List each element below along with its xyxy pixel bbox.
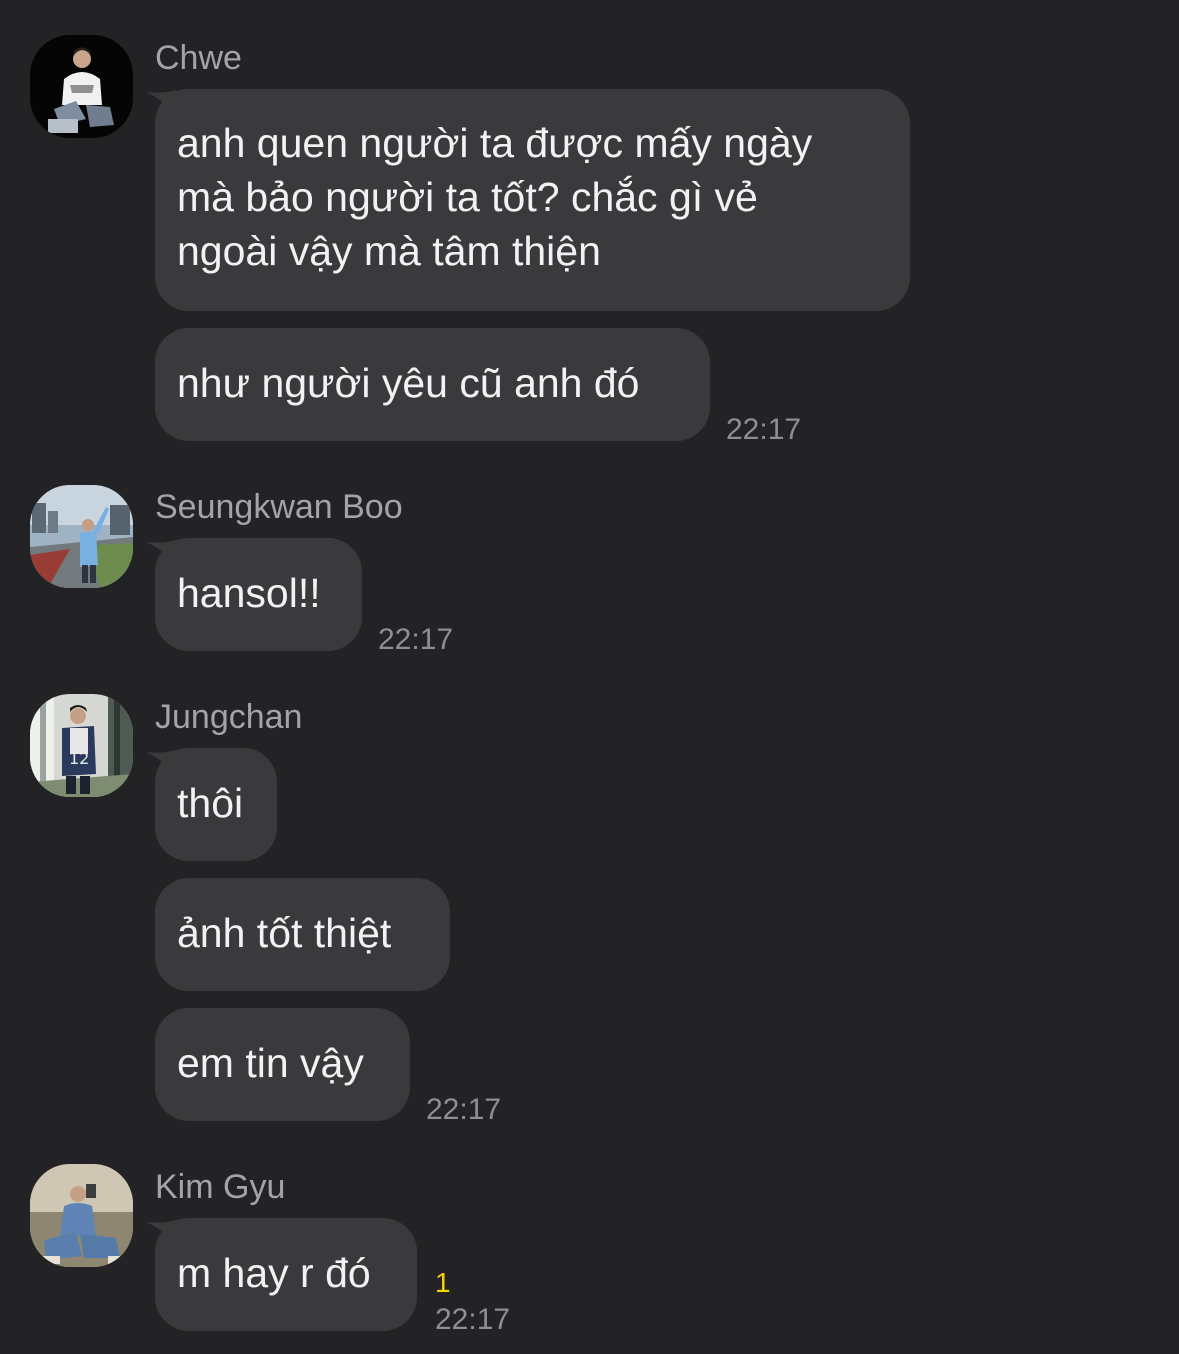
avatar-photo-jungchan-icon: 12 [30,694,133,797]
avatar[interactable] [30,485,133,588]
sender-name: Chwe [155,39,242,77]
avatar-photo-seungkwan-icon [30,485,133,588]
sender-name: Seungkwan Boo [155,488,403,526]
message-bubble[interactable]: ảnh tốt thiệt [155,878,450,991]
avatar-photo-kimgyu-icon [30,1164,133,1267]
message-timestamp: 22:17 [435,1303,511,1336]
avatar[interactable] [30,35,133,138]
message-bubble[interactable]: m hay r đó [155,1218,417,1331]
sender-name: Jungchan [155,698,303,736]
message-bubble[interactable]: thôi [155,748,277,861]
chat-message-list[interactable]: Chwe anh quen người ta được mấy ngày mà … [0,0,1179,1354]
message-bubble[interactable]: như người yêu cũ anh đó [155,328,710,441]
message-timestamp: 22:17 [378,623,454,656]
message-bubble[interactable]: anh quen người ta được mấy ngày mà bảo n… [155,89,910,311]
message-timestamp: 22:17 [426,1093,502,1126]
avatar[interactable] [30,1164,133,1267]
sender-name: Kim Gyu [155,1168,286,1206]
avatar-photo-chwe-icon [30,35,133,138]
avatar[interactable]: 12 [30,694,133,797]
unread-count-badge: 1 [435,1267,451,1298]
message-bubble[interactable]: em tin vậy [155,1008,410,1121]
svg-text:12: 12 [69,749,89,768]
message-timestamp: 22:17 [726,413,802,446]
message-bubble[interactable]: hansol!! [155,538,362,651]
